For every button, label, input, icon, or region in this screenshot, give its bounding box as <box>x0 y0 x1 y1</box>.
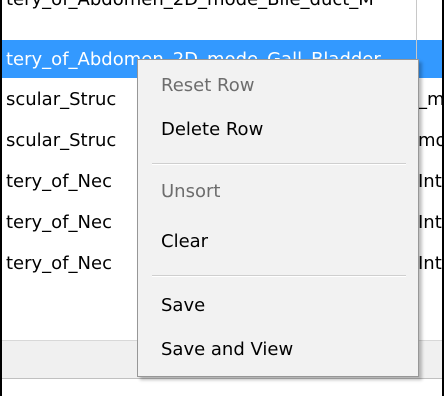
menu-item-label: Delete Row <box>161 119 264 140</box>
left-border <box>0 0 2 396</box>
menu-item-label: Clear <box>161 231 209 252</box>
bottom-panel <box>0 378 444 396</box>
row-name-cell: tery_of_Nec <box>6 171 112 192</box>
row-mode-cell: Inte <box>418 212 444 233</box>
menu-item-delete-row[interactable]: Delete Row <box>139 112 417 148</box>
menu-item-reset-row[interactable]: Reset Row <box>139 68 417 104</box>
menu-item-unsort[interactable]: Unsort <box>139 174 417 210</box>
row-name-cell: tery_of_Nec <box>6 253 112 274</box>
row-mode-cell: Inte <box>418 253 444 274</box>
menu-item-label: Save and View <box>161 339 294 360</box>
row-mode-cell: _mo <box>418 89 444 110</box>
menu-separator <box>152 163 406 165</box>
context-menu: Reset Row Delete Row Unsort Clear Save S… <box>137 59 419 377</box>
row-mode-cell: mod <box>418 130 444 151</box>
row-name-cell: tery_of_Nec <box>6 212 112 233</box>
row-name-cell: scular_Struc <box>6 130 117 151</box>
menu-item-save[interactable]: Save <box>139 288 417 324</box>
menu-item-label: Unsort <box>161 181 221 202</box>
row-name-cell: scular_Struc <box>6 89 117 110</box>
row-mode-cell: Inte <box>418 171 444 192</box>
menu-item-label: Save <box>161 295 206 316</box>
window-frame: tery_of_Abdomen_2D_mode_Bile_duct_M tery… <box>0 0 444 396</box>
row-name-cell: tery_of_Abdomen_2D_mode_Bile_duct_M <box>6 0 374 10</box>
menu-item-save-and-view[interactable]: Save and View <box>139 332 417 368</box>
menu-item-clear[interactable]: Clear <box>139 224 417 260</box>
menu-item-label: Reset Row <box>161 75 255 96</box>
list-row[interactable]: tery_of_Abdomen_2D_mode_Bile_duct_M <box>0 0 444 38</box>
menu-separator <box>152 275 406 277</box>
